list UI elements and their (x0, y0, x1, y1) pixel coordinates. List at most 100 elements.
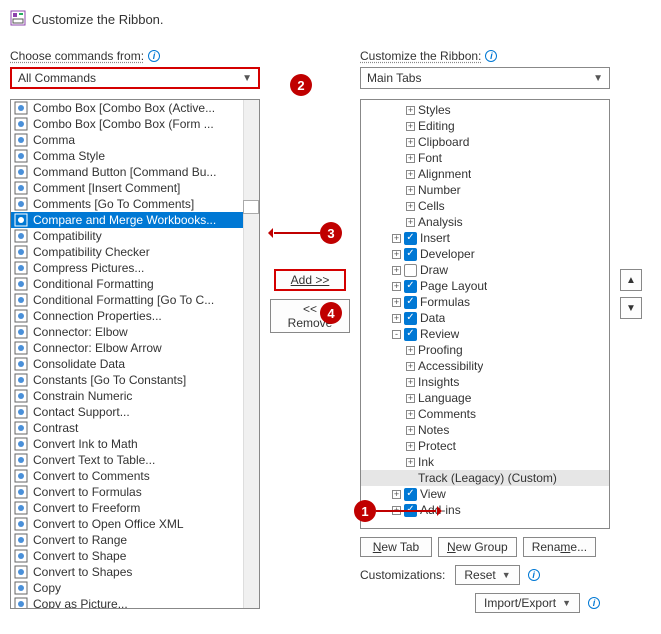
command-item[interactable]: Copy as Picture... (11, 596, 259, 608)
tree-item[interactable]: +Insert (361, 230, 609, 246)
command-item[interactable]: Connector: Elbow Arrow (11, 340, 259, 356)
checkbox[interactable] (404, 232, 417, 245)
command-item[interactable]: Combo Box [Combo Box (Active... (11, 100, 259, 116)
tree-item[interactable]: +Language (361, 390, 609, 406)
checkbox[interactable] (404, 312, 417, 325)
rename-button[interactable]: Rename... (523, 537, 596, 557)
expander-icon[interactable]: + (392, 250, 401, 259)
command-item[interactable]: Compare and Merge Workbooks... (11, 212, 259, 228)
info-icon[interactable]: i (528, 569, 540, 581)
command-item[interactable]: Copy (11, 580, 259, 596)
tree-item[interactable]: +View (361, 486, 609, 502)
expander-icon[interactable]: + (406, 106, 415, 115)
command-item[interactable]: Convert to Shapes (11, 564, 259, 580)
tree-item[interactable]: +Data (361, 310, 609, 326)
checkbox[interactable] (404, 280, 417, 293)
expander-icon[interactable]: + (392, 266, 401, 275)
command-item[interactable]: Convert to Freeform (11, 500, 259, 516)
move-up-button[interactable]: ▲ (620, 269, 642, 291)
tree-item[interactable]: +Number (361, 182, 609, 198)
customize-ribbon-combo[interactable]: Main Tabs ▼ (360, 67, 610, 89)
import-export-button[interactable]: Import/Export▼ (475, 593, 580, 613)
expander-icon[interactable]: + (406, 170, 415, 179)
tree-item[interactable]: +Clipboard (361, 134, 609, 150)
expander-icon[interactable]: + (392, 234, 401, 243)
command-item[interactable]: Comma (11, 132, 259, 148)
command-item[interactable]: Convert to Comments (11, 468, 259, 484)
new-tab-button[interactable]: New Tab (360, 537, 432, 557)
tree-item[interactable]: +Analysis (361, 214, 609, 230)
command-item[interactable]: Command Button [Command Bu... (11, 164, 259, 180)
tree-item[interactable]: Track (Leagacy) (Custom) (361, 470, 609, 486)
command-item[interactable]: Connection Properties... (11, 308, 259, 324)
command-item[interactable]: Comment [Insert Comment] (11, 180, 259, 196)
checkbox[interactable] (404, 296, 417, 309)
expander-icon[interactable]: - (392, 330, 401, 339)
expander-icon[interactable]: + (406, 346, 415, 355)
expander-icon[interactable]: + (406, 202, 415, 211)
command-item[interactable]: Contrast▶ (11, 420, 259, 436)
tree-item[interactable]: +Comments (361, 406, 609, 422)
command-item[interactable]: Convert to Formulas (11, 484, 259, 500)
expander-icon[interactable]: + (392, 490, 401, 499)
tree-item[interactable]: +Notes (361, 422, 609, 438)
tree-item[interactable]: -Review (361, 326, 609, 342)
move-down-button[interactable]: ▼ (620, 297, 642, 319)
tree-item[interactable]: +Cells (361, 198, 609, 214)
scrollbar-track[interactable] (243, 100, 259, 608)
add-button[interactable]: Add >> (274, 269, 346, 291)
expander-icon[interactable]: + (406, 394, 415, 403)
checkbox[interactable] (404, 248, 417, 261)
command-item[interactable]: Constrain Numeric (11, 388, 259, 404)
command-item[interactable]: Compress Pictures... (11, 260, 259, 276)
expander-icon[interactable]: + (406, 410, 415, 419)
expander-icon[interactable]: + (406, 186, 415, 195)
expander-icon[interactable]: + (406, 362, 415, 371)
tree-item[interactable]: +Alignment (361, 166, 609, 182)
expander-icon[interactable]: + (406, 378, 415, 387)
checkbox[interactable] (404, 328, 417, 341)
scrollbar-thumb[interactable] (243, 200, 259, 214)
command-item[interactable]: Combo Box [Combo Box (Form ... (11, 116, 259, 132)
checkbox[interactable] (404, 264, 417, 277)
info-icon[interactable]: i (485, 50, 497, 62)
tree-item[interactable]: +Draw (361, 262, 609, 278)
ribbon-tree[interactable]: +Styles+Editing+Clipboard+Font+Alignment… (360, 99, 610, 529)
command-item[interactable]: Convert Ink to Math (11, 436, 259, 452)
tree-item[interactable]: +Ink (361, 454, 609, 470)
tree-item[interactable]: +Proofing (361, 342, 609, 358)
tree-item[interactable]: +Editing (361, 118, 609, 134)
tree-item[interactable]: +Insights (361, 374, 609, 390)
expander-icon[interactable]: + (406, 218, 415, 227)
tree-item[interactable]: +Styles (361, 102, 609, 118)
tree-item[interactable]: +Protect (361, 438, 609, 454)
command-item[interactable]: Convert Text to Table... (11, 452, 259, 468)
tree-item[interactable]: +Page Layout (361, 278, 609, 294)
reset-button[interactable]: Reset▼ (455, 565, 519, 585)
command-item[interactable]: Constants [Go To Constants] (11, 372, 259, 388)
tree-item[interactable]: +Font (361, 150, 609, 166)
command-item[interactable]: Comments [Go To Comments] (11, 196, 259, 212)
tree-item[interactable]: +Developer (361, 246, 609, 262)
expander-icon[interactable]: + (406, 138, 415, 147)
expander-icon[interactable]: + (392, 298, 401, 307)
command-item[interactable]: Convert to Shape (11, 548, 259, 564)
new-group-button[interactable]: New Group (438, 537, 517, 557)
expander-icon[interactable]: + (392, 282, 401, 291)
command-item[interactable]: Connector: Elbow (11, 324, 259, 340)
expander-icon[interactable]: + (406, 426, 415, 435)
command-item[interactable]: Compatibility▶ (11, 228, 259, 244)
tree-item[interactable]: +Formulas (361, 294, 609, 310)
command-item[interactable]: Conditional Formatting▶ (11, 276, 259, 292)
info-icon[interactable]: i (588, 597, 600, 609)
command-item[interactable]: Consolidate Data (11, 356, 259, 372)
expander-icon[interactable]: + (392, 314, 401, 323)
expander-icon[interactable]: + (406, 442, 415, 451)
info-icon[interactable]: i (148, 50, 160, 62)
command-item[interactable]: Comma Style (11, 148, 259, 164)
tree-item[interactable]: +Accessibility (361, 358, 609, 374)
command-item[interactable]: Convert to Open Office XML (11, 516, 259, 532)
command-item[interactable]: Convert to Range (11, 532, 259, 548)
checkbox[interactable] (404, 488, 417, 501)
choose-commands-combo[interactable]: All Commands ▼ (10, 67, 260, 89)
